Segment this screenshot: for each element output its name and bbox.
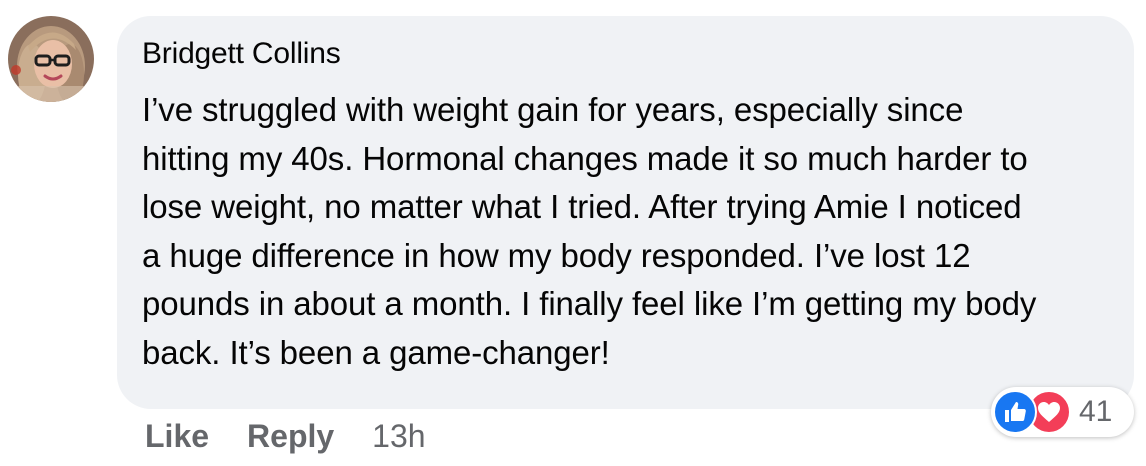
profile-photo-icon: [8, 16, 94, 102]
comment-text: I’ve struggled with weight gain for year…: [142, 91, 1037, 371]
timestamp[interactable]: 13h: [372, 418, 425, 455]
like-icon: [993, 390, 1037, 434]
like-button[interactable]: Like: [145, 418, 209, 455]
reactions-summary[interactable]: 41: [991, 387, 1134, 437]
comment-bubble: Bridgett Collins I’ve struggled with wei…: [117, 16, 1134, 409]
reaction-count: 41: [1079, 395, 1113, 428]
comment-author[interactable]: Bridgett Collins: [142, 36, 1106, 72]
reply-button[interactable]: Reply: [247, 418, 334, 455]
avatar[interactable]: [8, 16, 94, 102]
comment-actions: Like Reply 13h: [145, 418, 426, 455]
